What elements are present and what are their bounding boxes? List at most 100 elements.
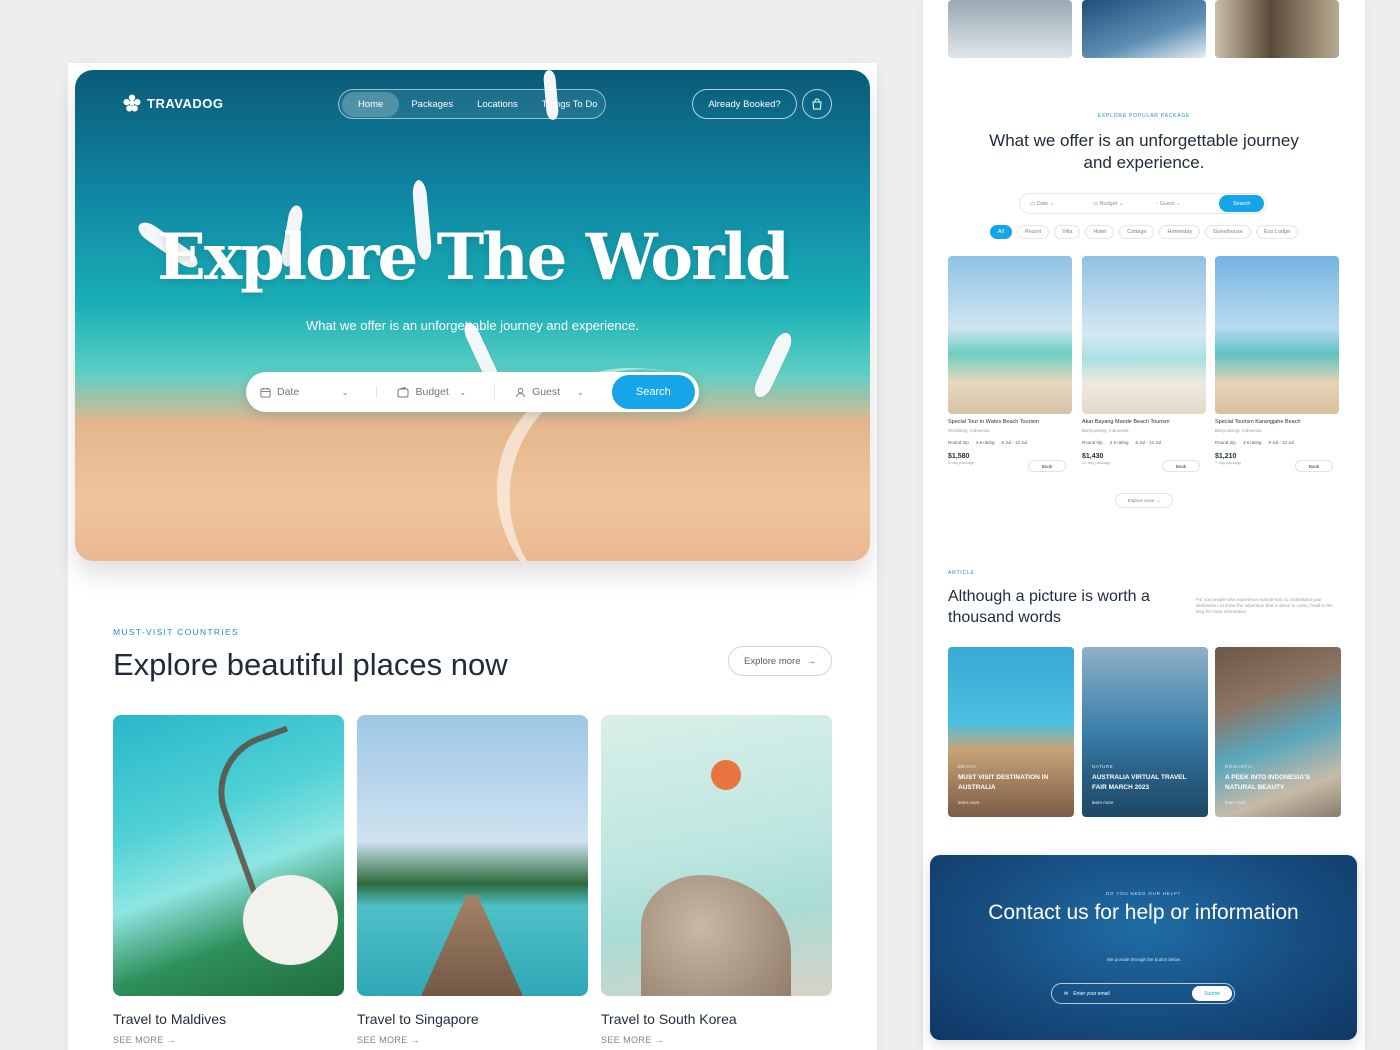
section-title: Explore beautiful places now — [113, 647, 508, 682]
nav-things-to-do[interactable]: Things To Do — [530, 92, 610, 117]
see-more-link[interactable]: SEE MORE → — [601, 1035, 664, 1045]
filter-villa[interactable]: Villa — [1054, 225, 1081, 239]
shopping-bag-icon — [812, 98, 822, 110]
package-price: $1,210 — [1215, 453, 1237, 460]
nav-locations[interactable]: Locations — [465, 92, 530, 117]
brand-logo[interactable]: TRAVADOG — [123, 94, 223, 112]
contact-title: Contact us for help or information — [988, 901, 1299, 924]
package-image — [948, 256, 1072, 414]
package-title: Special Tourism Karangjahe Beach — [1215, 419, 1301, 425]
book-button[interactable]: Book — [1162, 460, 1200, 472]
contact-subtitle: We provide through the button below — [1106, 957, 1181, 962]
cart-button[interactable] — [802, 89, 832, 119]
date-select[interactable]: ▭ Date ⌄ — [1030, 201, 1093, 207]
landing-page-left: TRAVADOG Home Packages Locations Things … — [68, 63, 877, 1050]
brand-name: TRAVADOG — [147, 95, 224, 111]
maldives-image[interactable] — [113, 715, 344, 996]
learn-more-link[interactable]: learn more — [958, 800, 980, 805]
package-image — [1082, 256, 1206, 414]
see-more-label: SEE MORE — [601, 1035, 652, 1045]
article-section-title: Although a picture is worth a thousand w… — [948, 588, 1150, 626]
article-description: For you people who experience wanderlust… — [1196, 597, 1333, 614]
explore-more-button[interactable]: Explore more → — [1115, 493, 1173, 508]
package-meta: Round trip 4.9 rating 8 Jul - 12 Jul — [1082, 440, 1206, 445]
article-card[interactable]: BEACH MUST VISIT DESTINATION IN AUSTRALI… — [948, 647, 1074, 817]
mail-icon: ✉ — [1064, 990, 1069, 997]
article-card[interactable]: NATURE AUSTRALIA VIRTUAL TRAVEL FAIR MAR… — [1082, 647, 1208, 817]
package-search-bar: ▭ Date ⌄ ▭ Budget ⌄ ◦ Guest ⌄ Search — [1019, 193, 1267, 214]
section-title: What we offer is an unforgettable journe… — [989, 131, 1299, 172]
article-category: ROMANTIC — [1225, 764, 1253, 769]
email-input[interactable]: Enter your email — [1073, 991, 1109, 997]
package-location: Rembang, Indonesia — [948, 428, 990, 433]
article-title: AUSTRALIA VIRTUAL TRAVEL FAIR MARCH 2023 — [1092, 774, 1187, 791]
submit-button[interactable]: Submit — [1192, 986, 1232, 1001]
explore-more-label: Explore more — [1127, 498, 1155, 503]
trip-type: Round trip — [1215, 440, 1236, 445]
hero-search-bar: Date ⌄ Budget ⌄ Guest ⌄ Search — [246, 372, 699, 412]
guest-select[interactable]: ◦ Guest ⌄ — [1156, 201, 1219, 207]
nav-home[interactable]: Home — [342, 91, 400, 117]
article-category: BEACH — [958, 764, 977, 769]
chevron-down-icon: ⌄ — [341, 387, 349, 397]
filter-guesthouse[interactable]: Guesthouse — [1205, 225, 1251, 239]
filter-all[interactable]: All — [989, 225, 1012, 239]
budget-label: Budget — [1099, 200, 1118, 207]
filter-hotel[interactable]: Hotel — [1085, 225, 1115, 239]
trip-type: Round trip — [1082, 440, 1103, 445]
date-select[interactable]: Date ⌄ — [260, 386, 376, 398]
budget-select[interactable]: Budget ⌄ — [376, 386, 494, 398]
wallet-icon — [397, 386, 409, 397]
dates: 8 Jul - 12 Jul — [1268, 440, 1295, 445]
package-price: $1,580 — [948, 453, 970, 460]
dates: 8 Jul - 12 Jul — [1135, 440, 1162, 445]
explore-more-label: Explore more — [744, 655, 801, 667]
south-korea-image[interactable] — [601, 715, 832, 996]
arrow-right-icon: → — [1155, 498, 1161, 503]
dates: 8 Jul - 12 Jul — [1001, 440, 1028, 445]
see-more-link[interactable]: SEE MORE → — [357, 1035, 420, 1045]
article-card[interactable]: ROMANTIC A PEEK INTO INDONESIA'S NATURAL… — [1215, 647, 1341, 817]
explore-more-button[interactable]: Explore more → — [728, 646, 832, 676]
arrow-right-icon: → — [806, 655, 817, 667]
see-more-label: SEE MORE — [113, 1035, 164, 1045]
flower-logo-icon — [123, 94, 141, 112]
package-title: Akar Bayang Mande Beach Tourism — [1082, 419, 1170, 425]
guest-select[interactable]: Guest ⌄ — [494, 386, 612, 398]
learn-more-link[interactable]: learn more — [1225, 800, 1247, 805]
learn-more-link[interactable]: learn more — [1092, 800, 1114, 805]
already-booked-button[interactable]: Already Booked? — [692, 89, 797, 119]
sand-island — [243, 875, 338, 965]
float-ring — [711, 760, 741, 790]
date-label: Date — [1036, 200, 1049, 207]
package-price: $1,430 — [1082, 453, 1104, 460]
see-more-label: SEE MORE — [357, 1035, 408, 1045]
package-card[interactable]: Akar Bayang Mande Beach Tourism Banyuwan… — [1082, 256, 1206, 472]
hero-banner: TRAVADOG Home Packages Locations Things … — [75, 70, 870, 561]
nav-packages[interactable]: Packages — [399, 92, 465, 117]
article-title: MUST VISIT DESTINATION IN AUSTRALIA — [958, 774, 1049, 791]
package-image — [1215, 256, 1339, 414]
package-location: Banyuwangi, Indonesia — [1215, 428, 1262, 433]
singapore-image[interactable] — [357, 715, 588, 996]
book-button[interactable]: Book — [1295, 460, 1333, 472]
hero-subtitle: What we offer is an unforgettable journe… — [306, 318, 639, 333]
package-card[interactable]: Special Tour to Wates Beach Tourism Remb… — [948, 256, 1072, 472]
book-button[interactable]: Book — [1028, 460, 1066, 472]
budget-select[interactable]: ▭ Budget ⌄ — [1093, 201, 1156, 207]
search-button[interactable]: Search — [1219, 195, 1264, 212]
destination-title: Travel to Singapore — [357, 1011, 479, 1027]
rating: 4.9 rating — [1242, 440, 1262, 445]
user-icon — [516, 387, 526, 397]
filter-homestay[interactable]: Homestay — [1159, 225, 1201, 239]
filter-resort[interactable]: Resort — [1016, 225, 1050, 239]
budget-label: Budget — [415, 386, 449, 398]
filter-eco-lodge[interactable]: Eco Lodge — [1255, 225, 1299, 239]
filter-cottage[interactable]: Cottage — [1119, 225, 1155, 239]
search-button[interactable]: Search — [611, 375, 695, 409]
contact-banner: DO YOU NEED OUR HELP? Contact us for hel… — [930, 855, 1357, 1040]
contact-tag: DO YOU NEED OUR HELP? — [1106, 891, 1181, 896]
see-more-link[interactable]: SEE MORE → — [113, 1035, 176, 1045]
filter-chips: All Resort Villa Hotel Cottage Homestay … — [987, 225, 1301, 239]
package-card[interactable]: Special Tourism Karangjahe Beach Banyuwa… — [1215, 256, 1339, 472]
